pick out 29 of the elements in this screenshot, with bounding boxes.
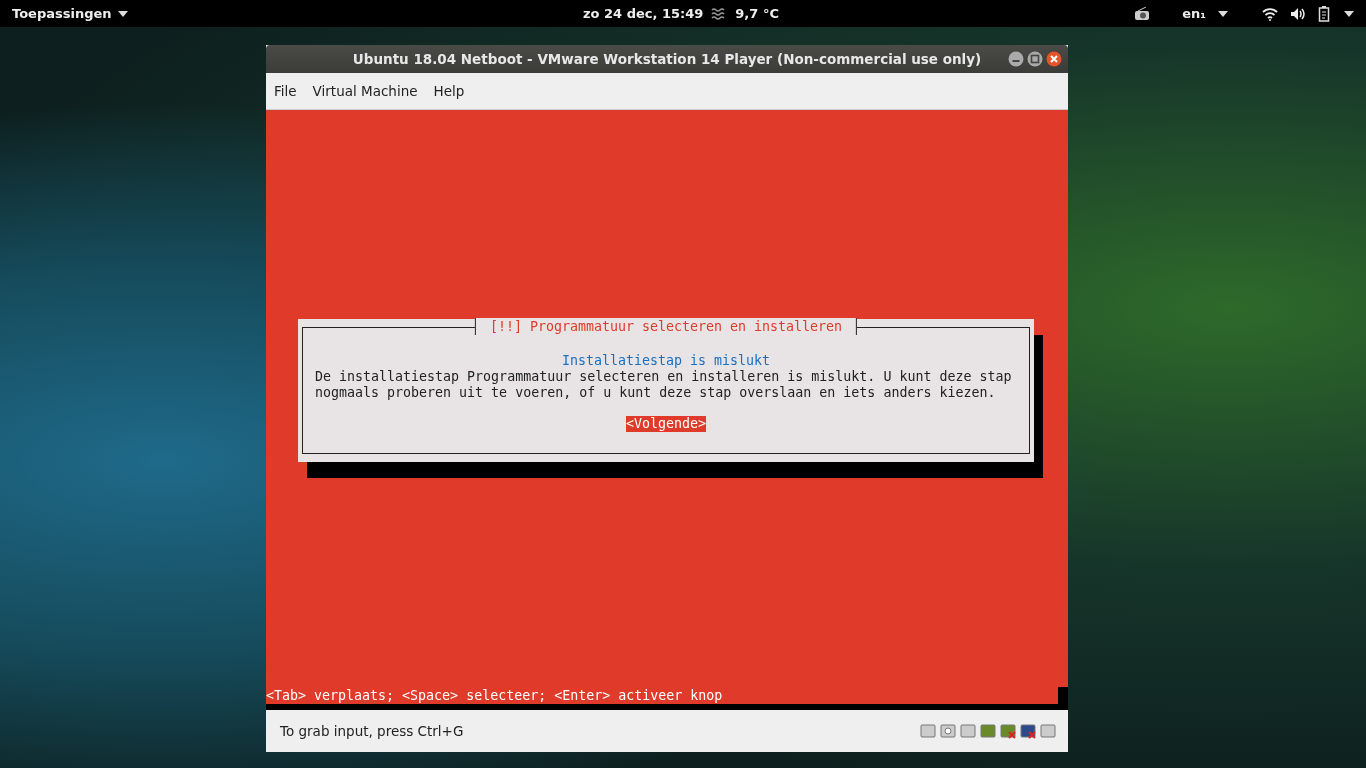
window-title: Ubuntu 18.04 Netboot - VMware Workstation 14 Player (Non-commercial use only) [352,50,982,67]
wifi-icon[interactable] [1262,6,1278,21]
dialog-title: [!!] Programmatuur selecteren en installeren [474,318,858,336]
keyboard-layout[interactable]: en₁ [1182,6,1206,21]
terminal-block [1058,687,1068,705]
minimize-button[interactable] [1008,50,1024,67]
device-icon[interactable] [1020,723,1036,740]
maximize-button[interactable] [1027,50,1043,67]
speaker-icon[interactable] [1290,6,1306,21]
battery-icon[interactable] [1318,5,1332,22]
dialog-heading: Installatiestap is mislukt [560,353,772,370]
menu-item[interactable]: File [274,83,297,100]
device-icon[interactable] [1000,723,1016,740]
dropdown-caret-icon [1344,10,1354,17]
applications-menu[interactable]: Toepassingen [12,6,112,21]
dropdown-caret-icon [1218,10,1228,17]
device-icon[interactable] [940,723,956,740]
next-button[interactable]: <Volgende> [625,416,707,433]
menu-item[interactable]: Virtual Machine [312,83,418,100]
close-button[interactable] [1046,50,1062,67]
clock[interactable]: zo 24 dec, 15:49 [583,6,704,21]
device-icon[interactable] [980,723,996,740]
weather-temperature[interactable]: 9,7 °C [735,6,779,21]
radio-icon[interactable] [1134,6,1151,21]
help-line: <Tab> verplaats; <Space> selecteer; <Enter> activeer knop [266,687,723,705]
dialog-message: De installatiestap Programmatuur selecteren en installeren is mislukt. U kunt deze stap nogmaals proberen uit te voeren, of u kunt deze stap overslaan en iets anders kiezen. [315,369,1013,402]
menu-item[interactable]: Help [433,83,465,100]
dropdown-caret-icon [117,10,128,17]
status-text: To grab input, press Ctrl+G [280,723,464,740]
